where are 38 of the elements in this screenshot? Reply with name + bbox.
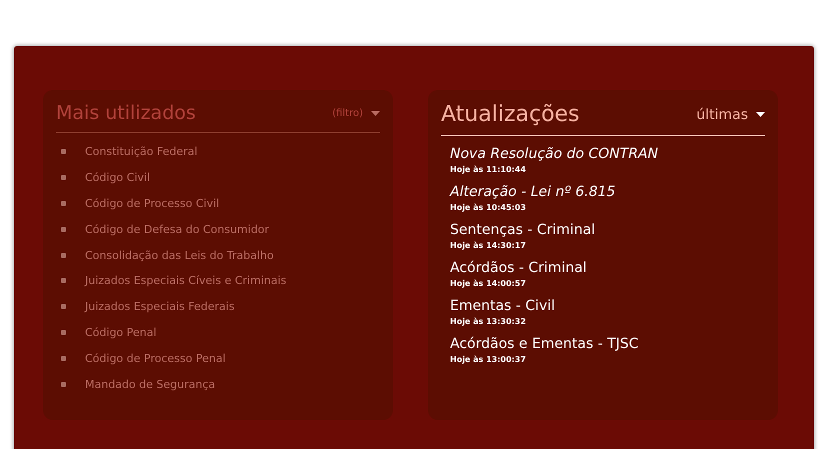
bullet-icon [61, 278, 66, 284]
update-time: Hoje às 14:00:57 [450, 279, 526, 288]
update-link[interactable]: Sentenças - Criminal [450, 222, 596, 238]
update-time: Hoje às 11:10:44 [450, 165, 526, 174]
update-link[interactable]: Acórdãos - Criminal [450, 260, 587, 276]
update-time: Hoje às 13:30:32 [450, 317, 526, 326]
list-link[interactable]: Código de Processo Civil [85, 196, 220, 210]
panel-title: Atualizações [441, 102, 580, 127]
update-link[interactable]: Nova Resolução do CONTRAN [450, 146, 658, 162]
bullet-icon [61, 226, 66, 232]
panel-title: Mais utilizados [56, 102, 196, 124]
bullet-icon [61, 149, 66, 154]
list-link[interactable]: Juizados Especiais Cíveis e Criminais [85, 274, 286, 288]
update-time: Hoje às 14:30:17 [450, 241, 526, 250]
bullet-icon [61, 252, 66, 258]
bullet-icon [61, 356, 66, 361]
list-link[interactable]: Juizados Especiais Federais [85, 300, 235, 314]
update-link[interactable]: Acórdãos e Ementas - TJSC [450, 336, 639, 352]
list-link[interactable]: Código de Processo Penal [85, 352, 226, 365]
bullet-icon [61, 175, 66, 180]
bullet-icon [61, 304, 66, 310]
update-link[interactable]: Alteração - Lei nº 6.815 [450, 184, 616, 200]
list-link[interactable]: Código Penal [85, 326, 156, 339]
list-link[interactable]: Consolidação das Leis do Trabalho [85, 248, 274, 262]
bullet-icon [61, 330, 66, 335]
update-time: Hoje às 13:00:37 [450, 355, 526, 364]
list-link[interactable]: Constituição Federal [85, 145, 198, 158]
update-link[interactable]: Ementas - Civil [450, 298, 556, 314]
filter-dropdown[interactable]: últimas [696, 106, 765, 122]
bullet-icon [61, 382, 66, 387]
update-time: Hoje às 10:45:03 [450, 203, 526, 212]
bullet-icon [61, 200, 66, 206]
list-link[interactable]: Código Civil [85, 171, 150, 184]
caret-icon [371, 110, 380, 116]
list-link[interactable]: Código de Defesa do Consumidor [85, 222, 270, 236]
caret-icon [756, 112, 765, 117]
list-link[interactable]: Mandado de Segurança [85, 378, 216, 391]
filter-dropdown[interactable]: (filtro) [332, 108, 380, 118]
